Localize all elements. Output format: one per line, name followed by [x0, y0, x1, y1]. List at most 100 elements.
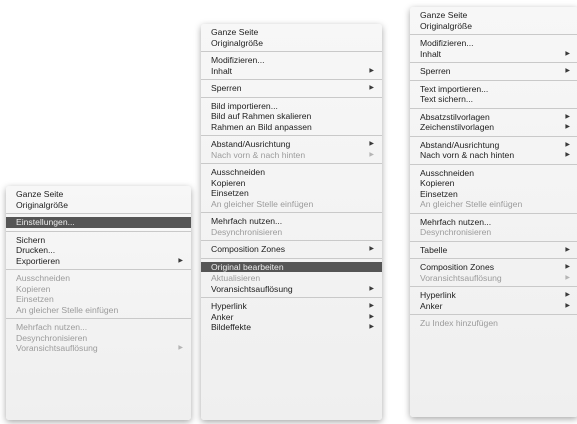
menu-item-absatzstilvorlagen[interactable]: Absatzstilvorlagen ▶	[410, 112, 577, 123]
menu-item-ganze-seite[interactable]: Ganze Seite	[410, 10, 577, 21]
menu-item-sichern[interactable]: Sichern	[6, 235, 191, 246]
menu-item-ganze-seite[interactable]: Ganze Seite	[201, 27, 382, 38]
menu-item-label: Composition Zones	[420, 262, 495, 272]
menu-item-composition-zones[interactable]: Composition Zones ▶	[410, 262, 577, 273]
menu-item-abstand-ausrichtung[interactable]: Abstand/Ausrichtung ▶	[410, 140, 577, 151]
menu-item-label: Ausschneiden	[420, 167, 474, 178]
menu-item-label: Desynchronisieren	[211, 226, 283, 237]
menu-separator	[201, 51, 382, 52]
menu-item-label: Nach vorn & nach hinten	[420, 150, 515, 160]
menu-item-label: Originalgröße	[211, 37, 264, 48]
menu-item-mehrfach-nutzen: Mehrfach nutzen...	[6, 322, 191, 333]
menu-item-abstand-ausrichtung[interactable]: Abstand/Ausrichtung ▶	[201, 139, 382, 150]
menu-item-nach-vorn-and-nach-hinten: Nach vorn & nach hinten ▶	[201, 150, 382, 161]
menu-item-mehrfach-nutzen[interactable]: Mehrfach nutzen...	[201, 216, 382, 227]
menu-item-drucken[interactable]: Drucken...	[6, 245, 191, 256]
menu-item-exportieren[interactable]: Exportieren ▶	[6, 256, 191, 267]
menu-item-label: Kopieren	[420, 178, 455, 188]
context-menu-picture-box: Ganze Seite Originalgröße Modifizieren... I…	[201, 24, 382, 420]
menu-item-voransichtsaufloesung[interactable]: Voransichtsauflösung ▶	[201, 284, 382, 295]
menu-item-composition-zones[interactable]: Composition Zones ▶	[201, 244, 382, 255]
menu-item-rahmen-an-bild-anpassen[interactable]: Rahmen an Bild anpassen	[201, 122, 382, 133]
menu-item-modifizieren[interactable]: Modifizieren...	[201, 55, 382, 66]
menu-item-ausschneiden: Ausschneiden	[6, 273, 191, 284]
menu-item-label: Sperren	[211, 83, 242, 93]
menu-item-label: Ganze Seite	[420, 10, 468, 20]
menu-item-original-bearbeiten[interactable]: Original bearbeiten	[201, 261, 382, 272]
menu-item-text-importieren[interactable]: Text importieren...	[410, 84, 577, 95]
menu-item-zeichenstilvorlagen[interactable]: Zeichenstilvorlagen ▶	[410, 122, 577, 133]
submenu-arrow-icon: ▶	[369, 85, 374, 91]
submenu-arrow-icon: ▶	[178, 345, 183, 351]
menu-separator	[410, 34, 577, 35]
menu-item-einsetzen[interactable]: Einsetzen	[201, 188, 382, 199]
menu-item-sperren[interactable]: Sperren ▶	[410, 66, 577, 77]
menu-item-ausschneiden[interactable]: Ausschneiden	[410, 168, 577, 179]
menu-item-originalgroesse[interactable]: Originalgröße	[201, 38, 382, 49]
menu-item-label: Ausschneiden	[211, 167, 265, 177]
menu-item-kopieren[interactable]: Kopieren	[410, 178, 577, 189]
menu-separator	[201, 135, 382, 136]
menu-item-label: Rahmen an Bild anpassen	[211, 121, 312, 132]
menu-item-label: Tabelle	[420, 244, 448, 255]
context-menu-text-box: Ganze Seite Originalgröße Modifizieren... I…	[410, 7, 577, 417]
menu-item-inhalt[interactable]: Inhalt ▶	[410, 49, 577, 60]
menu-item-tabelle[interactable]: Tabelle ▶	[410, 245, 577, 256]
menu-item-label: Modifizieren...	[211, 55, 265, 65]
menu-item-label: Nach vorn & nach hinten	[211, 149, 306, 160]
menu-item-kopieren: Kopieren	[6, 284, 191, 295]
menu-item-mehrfach-nutzen[interactable]: Mehrfach nutzen...	[410, 217, 577, 228]
menu-item-einstellungen[interactable]: Einstellungen...	[6, 217, 191, 228]
menu-item-anker[interactable]: Anker ▶	[201, 312, 382, 323]
menu-item-ganze-seite[interactable]: Ganze Seite	[6, 189, 191, 200]
menu-item-hyperlink[interactable]: Hyperlink ▶	[410, 290, 577, 301]
menu-item-label: Originalgröße	[16, 199, 69, 210]
menu-item-bildeffekte[interactable]: Bildeffekte ▶	[201, 322, 382, 333]
menu-item-bild-auf-rahmen-skalieren[interactable]: Bild auf Rahmen skalieren	[201, 111, 382, 122]
menu-item-label: Anker	[420, 300, 443, 311]
menu-separator	[201, 96, 382, 98]
menu-separator	[410, 314, 577, 315]
menu-item-hyperlink[interactable]: Hyperlink ▶	[201, 301, 382, 312]
menu-item-bild-importieren[interactable]: Bild importieren...	[201, 101, 382, 112]
menu-item-label: Original bearbeiten	[211, 261, 284, 272]
menu-item-voransichtsaufloesung: Voransichtsauflösung ▶	[410, 273, 577, 284]
menu-item-desynchronisieren: Desynchronisieren	[201, 227, 382, 238]
submenu-arrow-icon: ▶	[369, 141, 374, 147]
menu-item-label: Text sichern...	[420, 94, 474, 104]
menu-item-label: Voransichtsauflösung	[16, 343, 98, 353]
menu-item-label: An gleicher Stelle einfügen	[211, 198, 314, 209]
menu-separator	[6, 269, 191, 270]
menu-separator	[410, 163, 577, 165]
menu-item-einsetzen: Einsetzen	[6, 294, 191, 305]
menu-item-einsetzen[interactable]: Einsetzen	[410, 189, 577, 200]
menu-item-label: Hyperlink	[211, 301, 247, 311]
submenu-arrow-icon: ▶	[565, 246, 570, 253]
menu-item-label: Bildeffekte	[211, 322, 251, 332]
menu-separator	[6, 318, 191, 319]
menu-separator	[6, 213, 191, 214]
menu-item-label: Zu Index hinzufügen	[420, 318, 498, 328]
menu-item-label: Desynchronisieren	[420, 227, 492, 237]
menu-separator	[201, 212, 382, 213]
menu-item-anker[interactable]: Anker ▶	[410, 301, 577, 312]
submenu-arrow-icon: ▶	[369, 324, 374, 330]
menu-item-text-sichern[interactable]: Text sichern...	[410, 94, 577, 105]
submenu-arrow-icon: ▶	[369, 246, 374, 252]
menu-item-kopieren[interactable]: Kopieren	[201, 178, 382, 189]
menu-item-ausschneiden[interactable]: Ausschneiden	[201, 167, 382, 178]
menu-item-voransichtsaufloesung: Voransichtsauflösung ▶	[6, 343, 191, 354]
menu-item-label: Drucken...	[16, 245, 56, 255]
menu-separator	[201, 79, 382, 80]
menu-item-label: Ausschneiden	[16, 273, 70, 283]
menu-item-inhalt[interactable]: Inhalt ▶	[201, 66, 382, 77]
menu-item-originalgroesse[interactable]: Originalgröße	[6, 200, 191, 211]
menu-item-originalgroesse[interactable]: Originalgröße	[410, 21, 577, 32]
menu-item-desynchronisieren: Desynchronisieren	[6, 333, 191, 344]
menu-item-label: Einstellungen...	[16, 217, 75, 227]
menu-item-sperren[interactable]: Sperren ▶	[201, 83, 382, 94]
menu-item-modifizieren[interactable]: Modifizieren...	[410, 38, 577, 49]
menu-item-label: Einsetzen	[420, 188, 458, 199]
submenu-arrow-icon: ▶	[565, 302, 570, 309]
menu-item-nach-vorn-and-nach-hinten[interactable]: Nach vorn & nach hinten ▶	[410, 150, 577, 161]
